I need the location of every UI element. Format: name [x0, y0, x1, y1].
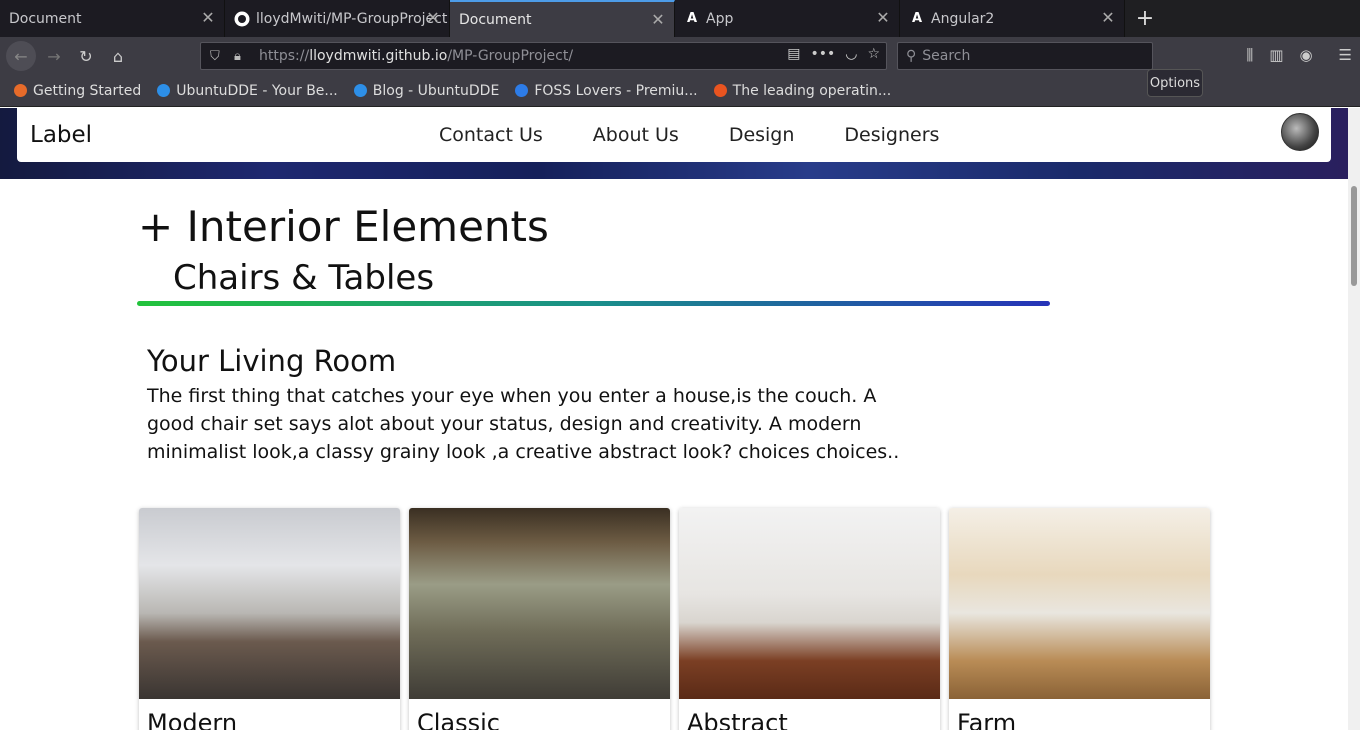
bookmark-label: The leading operatin...: [732, 82, 892, 99]
foss-icon: [515, 84, 529, 97]
site-menu: Contact Us About Us Design Designers: [439, 124, 939, 146]
url-text: https://lloydmwiti.github.io/MP-GroupPro…: [259, 48, 573, 64]
close-tab-icon[interactable]: ✕: [650, 12, 666, 28]
brand-label[interactable]: Label: [30, 122, 92, 148]
bookmark-label: Getting Started: [33, 82, 142, 99]
angular-icon: A: [686, 11, 698, 26]
nav-about-us[interactable]: About Us: [593, 124, 679, 146]
browser-tab-3[interactable]: Document ✕: [450, 0, 675, 37]
browser-tab-2[interactable]: lloydMwiti/MP-GroupProject ✕: [225, 0, 450, 37]
web-page: Label Contact Us About Us Design Designe…: [0, 108, 1348, 730]
bookmark-foss-lovers[interactable]: FOSS Lovers - Premiu...: [515, 82, 698, 99]
card-classic[interactable]: Classic: [409, 508, 670, 730]
url-path: /MP-GroupProject/: [447, 48, 574, 64]
page-scrollbar[interactable]: [1348, 108, 1360, 730]
card-farm[interactable]: Farm: [949, 508, 1210, 730]
tab-title: Document: [9, 10, 82, 27]
card-modern[interactable]: Modern: [139, 508, 400, 730]
url-bar[interactable]: ⛉ 🔒︎ https://lloydmwiti.github.io/MP-Gro…: [200, 42, 887, 70]
firefox-icon: [14, 84, 27, 97]
browser-tab-1[interactable]: Document ✕: [0, 0, 225, 37]
search-placeholder: Search: [922, 48, 971, 64]
card-abstract[interactable]: Abstract: [679, 508, 940, 730]
section-subtitle: Chairs & Tables: [173, 258, 435, 298]
tab-title: Document: [459, 11, 532, 28]
style-cards: Modern Classic Abstract Farm: [139, 508, 1210, 730]
account-icon[interactable]: ◉: [1299, 46, 1312, 64]
card-title: Farm: [957, 709, 1017, 730]
lock-icon[interactable]: 🔒︎: [234, 49, 241, 64]
classic-room-image: [409, 508, 670, 699]
living-room-heading: Your Living Room: [147, 344, 397, 378]
tab-title: lloydMwiti/MP-GroupProject: [256, 10, 448, 27]
modern-room-image: [139, 508, 400, 699]
back-arrow-icon[interactable]: ←: [6, 41, 36, 71]
bookmark-ubuntudde[interactable]: UbuntuDDE - Your Be...: [157, 83, 338, 99]
scrollbar-thumb[interactable]: [1351, 186, 1357, 286]
home-icon[interactable]: ⌂: [104, 42, 132, 70]
card-title: Classic: [417, 709, 501, 730]
browser-tab-5[interactable]: A Angular2 ✕: [900, 0, 1125, 37]
card-title: Modern: [147, 709, 238, 730]
forward-arrow-icon[interactable]: →: [40, 42, 68, 70]
abstract-room-image: [679, 508, 940, 699]
site-navbar: Label Contact Us About Us Design Designe…: [17, 108, 1331, 162]
close-tab-icon[interactable]: ✕: [1100, 10, 1116, 26]
bookmark-getting-started[interactable]: Getting Started: [14, 83, 141, 99]
tab-title: App: [706, 10, 734, 27]
ubuntudde-icon: [353, 84, 367, 97]
avatar[interactable]: [1281, 113, 1319, 151]
section-title: + Interior Elements: [138, 202, 549, 251]
shield-icon[interactable]: ⛉: [210, 49, 220, 64]
farm-room-image: [949, 508, 1210, 699]
sidebar-icon[interactable]: ▥: [1269, 46, 1283, 64]
nav-designers[interactable]: Designers: [844, 124, 939, 146]
card-title: Abstract: [687, 709, 788, 730]
new-tab-icon[interactable]: +: [1125, 0, 1165, 37]
library-icon[interactable]: ⫼: [1246, 46, 1253, 64]
bookmark-label: Blog - UbuntuDDE: [372, 82, 500, 99]
reader-view-icon[interactable]: ▤: [787, 46, 800, 62]
tab-bar: Document ✕ lloydMwiti/MP-GroupProject ✕ …: [0, 0, 1360, 37]
bookmark-blog[interactable]: Blog - UbuntuDDE: [353, 82, 500, 99]
close-tab-icon[interactable]: ✕: [200, 10, 216, 26]
page-actions-icon[interactable]: •••: [810, 46, 835, 62]
search-icon: ⚲: [906, 48, 917, 64]
ubuntu-icon: [713, 84, 727, 97]
browser-tab-4[interactable]: A App ✕: [675, 0, 900, 37]
gradient-divider: [137, 301, 1050, 306]
pocket-icon[interactable]: ◡: [845, 46, 857, 62]
reload-icon[interactable]: ↻: [72, 42, 100, 70]
url-scheme: https://: [259, 48, 310, 64]
url-host: lloydmwiti.github.io: [309, 48, 448, 64]
search-input[interactable]: ⚲ Search: [897, 42, 1153, 70]
angular-icon: A: [911, 11, 923, 26]
ubuntudde-icon: [157, 84, 171, 97]
nav-design[interactable]: Design: [729, 124, 795, 146]
living-room-paragraph: The first thing that catches your eye wh…: [147, 385, 900, 463]
close-tab-icon[interactable]: ✕: [875, 10, 891, 26]
bookmark-star-icon[interactable]: ☆: [867, 46, 880, 62]
menu-icon[interactable]: ☰: [1339, 46, 1352, 64]
bookmark-label: UbuntuDDE - Your Be...: [176, 82, 338, 99]
github-icon: [234, 11, 250, 27]
tab-title: Angular2: [931, 10, 995, 27]
close-tab-icon[interactable]: ✕: [425, 10, 441, 26]
bookmark-ubuntu[interactable]: The leading operatin...: [713, 82, 892, 99]
nav-contact-us[interactable]: Contact Us: [439, 124, 543, 146]
options-tooltip: Options: [1147, 69, 1203, 97]
bookmark-label: FOSS Lovers - Premiu...: [534, 82, 698, 99]
